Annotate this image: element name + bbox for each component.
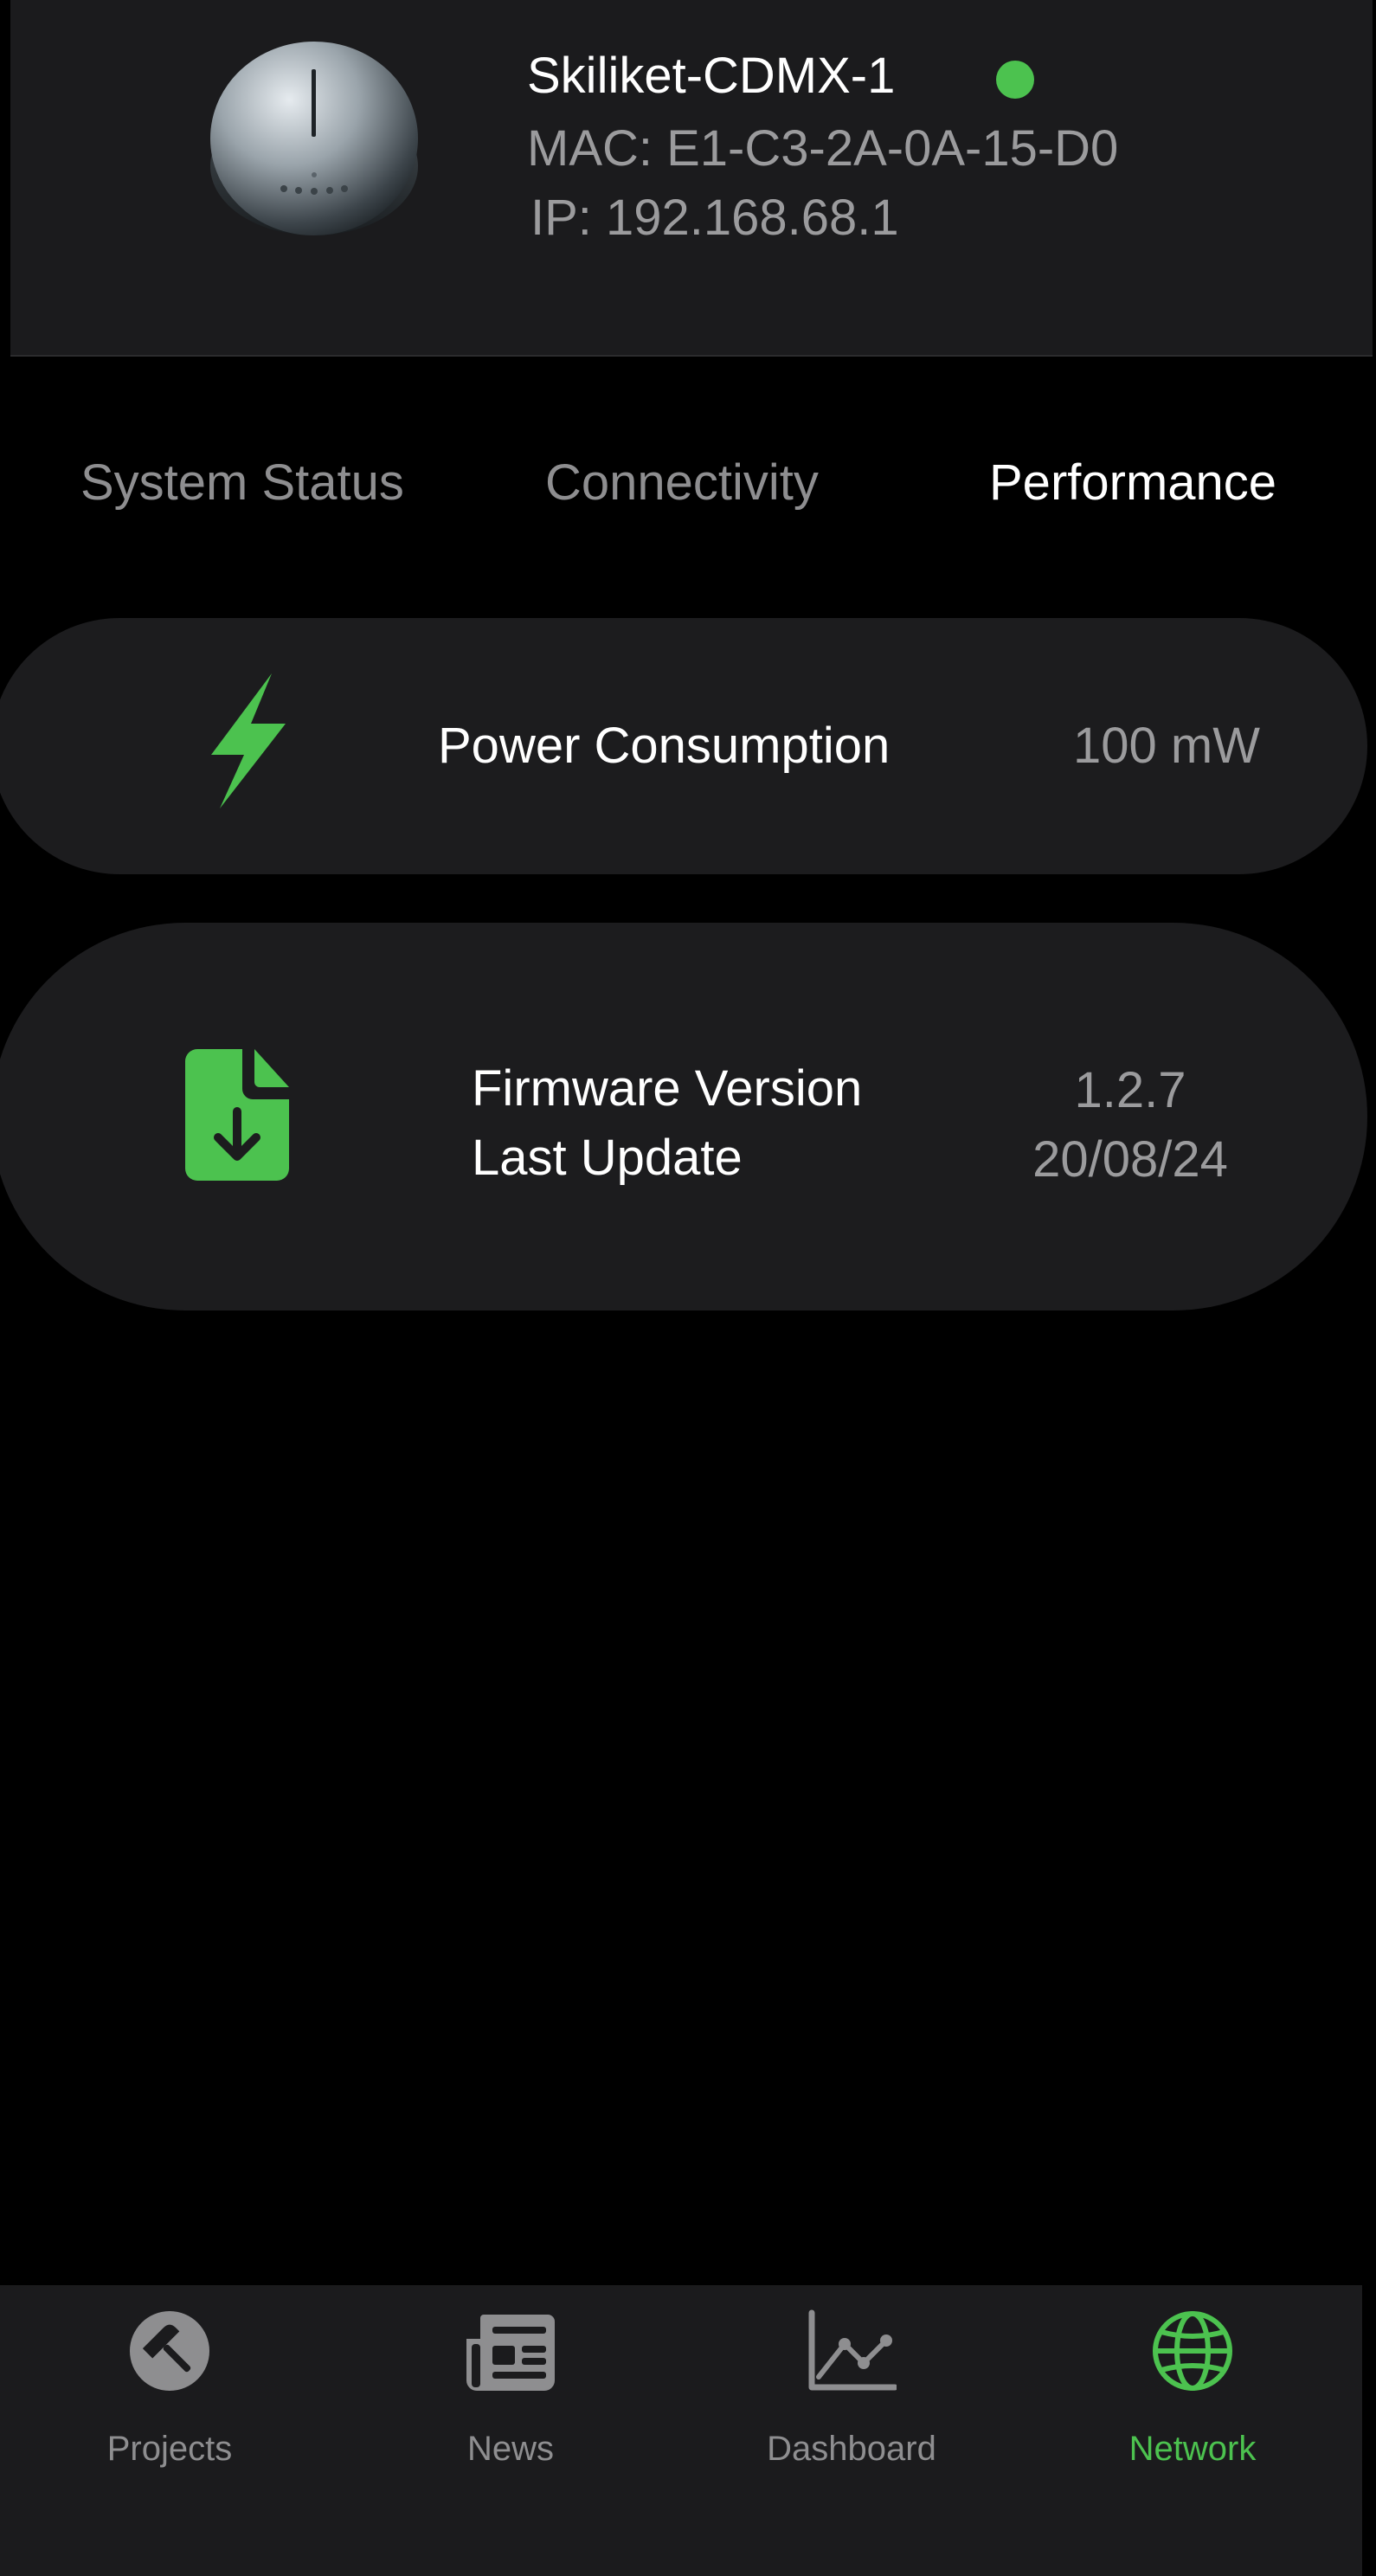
device-mac-address: MAC: E1-C3-2A-0A-15-D0 (527, 120, 1119, 177)
firmware-version-label: Firmware Version (472, 1060, 863, 1117)
file-download-icon (185, 1049, 289, 1181)
power-consumption-card: Power Consumption 100 mW (0, 618, 1367, 874)
nav-label-news: News (466, 2430, 555, 2468)
tab-system-status[interactable]: System Status (80, 452, 404, 514)
globe-icon (1153, 2311, 1232, 2391)
hammer-icon (130, 2311, 209, 2391)
line-chart-icon (808, 2309, 897, 2391)
nav-network[interactable]: Network (1063, 2285, 1322, 2493)
tab-performance[interactable]: Performance (989, 452, 1276, 514)
power-consumption-label: Power Consumption (438, 718, 891, 774)
device-header: Skiliket-CDMX-1 MAC: E1-C3-2A-0A-15-D0 I… (10, 0, 1373, 357)
nav-projects[interactable]: Projects (40, 2285, 299, 2493)
network-device-screen: Skiliket-CDMX-1 MAC: E1-C3-2A-0A-15-D0 I… (0, 0, 1376, 2576)
nav-dashboard[interactable]: Dashboard (722, 2285, 981, 2493)
nav-label-network: Network (1128, 2430, 1257, 2468)
firmware-version-value: 1.2.7 (1074, 1062, 1186, 1118)
last-update-label: Last Update (472, 1130, 743, 1186)
bottom-tab-bar: Projects News Dashboard Network (0, 2285, 1362, 2576)
nav-label-projects: Projects (106, 2430, 233, 2468)
nav-news[interactable]: News (381, 2285, 640, 2493)
lightning-bolt-icon (211, 673, 286, 808)
device-image (210, 42, 418, 235)
last-update-value: 20/08/24 (1032, 1131, 1228, 1188)
newspaper-icon (466, 2315, 555, 2391)
device-name: Skiliket-CDMX-1 (527, 48, 896, 104)
power-consumption-value: 100 mW (1073, 718, 1260, 774)
firmware-card: Firmware Version Last Update 1.2.7 20/08… (0, 923, 1367, 1311)
nav-label-dashboard: Dashboard (767, 2430, 936, 2468)
device-ip-address: IP: 192.168.68.1 (530, 190, 899, 246)
online-status-dot (996, 61, 1034, 99)
tab-connectivity[interactable]: Connectivity (545, 452, 819, 514)
